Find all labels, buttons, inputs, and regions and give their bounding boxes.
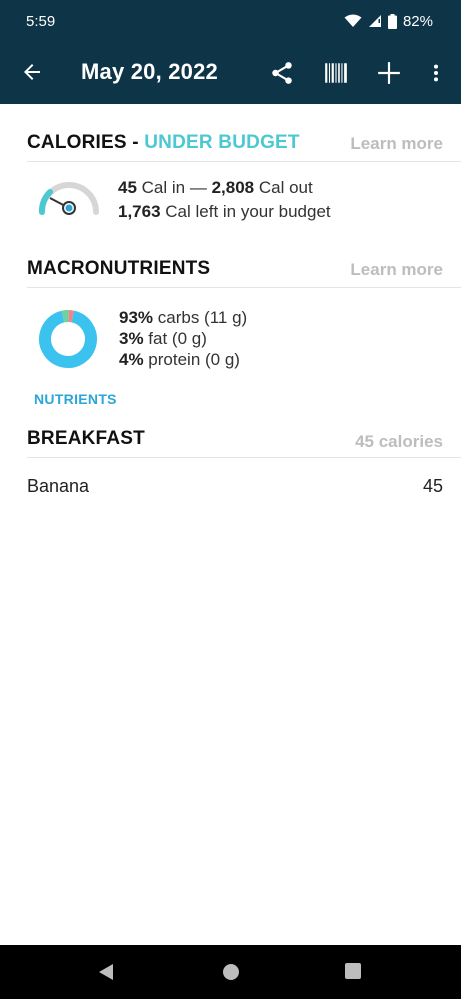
system-nav-bar: [0, 945, 461, 999]
battery-icon: [387, 13, 397, 29]
breakfast-title: BREAKFAST: [27, 428, 145, 449]
cal-in-value: 45: [118, 178, 137, 197]
status-bar: 5:59 82%: [0, 0, 461, 42]
calories-title: CALORIES - UNDER BUDGET: [27, 132, 300, 154]
calories-left: 1,763 Cal left in your budget: [118, 200, 331, 224]
macronutrient-donut-chart: [39, 310, 97, 368]
barcode-icon[interactable]: [323, 60, 349, 86]
status-icons: 82%: [344, 13, 433, 30]
macronutrients-text: 93% carbs (11 g) 3% fat (0 g) 4% protein…: [119, 307, 247, 370]
calories-learn-more-link[interactable]: Learn more: [350, 134, 443, 154]
calories-status: UNDER BUDGET: [144, 132, 300, 153]
nav-back-icon[interactable]: [98, 963, 114, 981]
carbs-line: 93% carbs (11 g): [119, 307, 247, 328]
protein-pct: 4%: [119, 350, 144, 369]
nutrients-link[interactable]: NUTRIENTS: [34, 391, 117, 407]
cal-left-label: Cal left in your budget: [160, 202, 331, 221]
calories-title-label: CALORIES -: [27, 132, 145, 153]
calories-header: CALORIES - UNDER BUDGET Learn more: [27, 132, 461, 162]
macronutrients-header: MACRONUTRIENTS Learn more: [27, 258, 461, 288]
battery-level: 82%: [402, 12, 433, 30]
fat-pct: 3%: [119, 329, 144, 348]
nav-recents-icon[interactable]: [345, 963, 361, 979]
wifi-icon: [344, 14, 362, 27]
more-vert-icon[interactable]: [425, 60, 447, 86]
carbs-pct: 93%: [119, 308, 154, 327]
macronutrients-title: MACRONUTRIENTS: [27, 258, 211, 279]
protein-label: protein (0 g): [143, 350, 240, 369]
share-icon[interactable]: [269, 60, 295, 86]
calories-summary[interactable]: 45 Cal in — 2,808 Cal out 1,763 Cal left…: [36, 174, 456, 224]
protein-line: 4% protein (0 g): [119, 349, 247, 370]
plus-icon[interactable]: [376, 60, 402, 86]
carbs-label: carbs (11 g): [153, 308, 248, 327]
breakfast-header: BREAKFAST 45 calories: [27, 428, 461, 458]
fat-line: 3% fat (0 g): [119, 328, 247, 349]
cal-in-label: Cal in —: [136, 178, 212, 197]
nav-home-icon[interactable]: [222, 963, 240, 981]
breakfast-calories: 45 calories: [355, 432, 443, 451]
fat-label: fat (0 g): [143, 329, 207, 348]
back-arrow-icon[interactable]: [20, 60, 44, 84]
app-bar: May 20, 2022: [0, 42, 461, 104]
cal-left-value: 1,763: [118, 202, 161, 221]
food-item-row[interactable]: Banana 45: [27, 476, 443, 502]
macronutrients-learn-more-link[interactable]: Learn more: [350, 260, 443, 280]
food-item-name: Banana: [27, 476, 90, 496]
status-time: 5:59: [26, 12, 56, 30]
calories-text: 45 Cal in — 2,808 Cal out 1,763 Cal left…: [118, 176, 331, 224]
cal-out-label: Cal out: [254, 178, 313, 197]
page-title: May 20, 2022: [81, 59, 218, 84]
calorie-gauge-icon: [39, 182, 99, 215]
food-item-calories: 45: [422, 476, 443, 496]
cal-out-value: 2,808: [211, 178, 255, 197]
calories-in-out: 45 Cal in — 2,808 Cal out: [118, 176, 331, 200]
cell-signal-icon: [368, 15, 381, 27]
macronutrients-summary[interactable]: 93% carbs (11 g) 3% fat (0 g) 4% protein…: [38, 307, 458, 371]
